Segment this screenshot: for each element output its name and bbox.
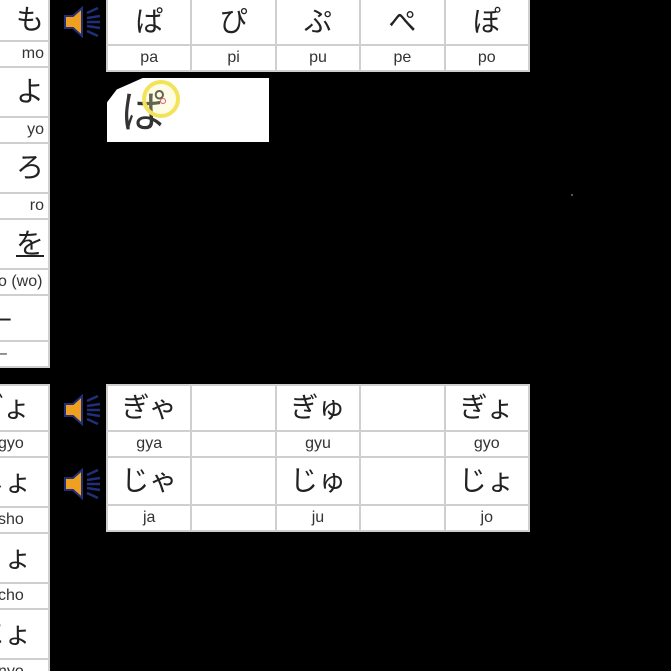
romaji-cell: gya	[105, 430, 193, 458]
kana-cell-pu[interactable]: ぷ	[274, 0, 362, 46]
kana-cell-empty	[359, 456, 446, 506]
romaji-cell: –	[0, 340, 50, 368]
romaji-cell	[190, 504, 277, 532]
romaji-cell: pa	[105, 44, 193, 72]
p-row-table: ぱ ぴ ぷ ぺ ぽ pa pi pu pe po	[105, 0, 531, 72]
stray-pixel	[571, 194, 573, 196]
kana-cell[interactable]: にょ	[0, 608, 50, 660]
romaji-cell: sho	[0, 506, 50, 534]
kana-cell[interactable]: しょ	[0, 456, 50, 508]
kana-cell-jo[interactable]: じょ	[443, 456, 531, 506]
speaker-icon[interactable]	[62, 5, 102, 39]
romaji-cell: gyo	[443, 430, 531, 458]
romaji-cell: yo	[0, 116, 50, 144]
kana-cell[interactable]: ろ	[0, 142, 50, 194]
kana-cell-empty	[190, 456, 277, 506]
romaji-cell: gyu	[274, 430, 362, 458]
romaji-cell: gyo	[0, 430, 50, 458]
romaji-cell: pe	[359, 44, 446, 72]
romaji-cell: ro	[0, 192, 50, 220]
left-bottom-kana-table: ぎょ gyo しょ sho ちょ cho にょ nyo	[0, 384, 50, 671]
kana-cell[interactable]: よ	[0, 66, 50, 118]
kana-cell[interactable]: ぎょ	[0, 384, 50, 432]
kana-cell-pe[interactable]: ぺ	[359, 0, 446, 46]
kana-cell-pa[interactable]: ぱ	[105, 0, 193, 46]
gy-j-rows-table: ぎゃ ぎゅ ぎょ gya gyu gyo じゃ じゅ じょ ja ju jo	[105, 384, 531, 532]
kana-cell[interactable]: を	[0, 218, 50, 270]
romaji-cell: po	[443, 44, 531, 72]
romaji-cell: jo	[443, 504, 531, 532]
kana-cell-gya[interactable]: ぎゃ	[105, 384, 193, 432]
kana-cell-po[interactable]: ぽ	[443, 0, 531, 46]
romaji-cell: mo	[0, 40, 50, 68]
romaji-cell: pu	[274, 44, 362, 72]
romaji-cell	[190, 430, 277, 458]
left-top-kana-table: も mo よ yo ろ ro を o (wo) – –	[0, 0, 50, 368]
romaji-cell: ja	[105, 504, 193, 532]
kana-cell-gyu[interactable]: ぎゅ	[274, 384, 362, 432]
romaji-cell	[359, 504, 446, 532]
kana-cell-empty	[190, 384, 277, 432]
kana-cell[interactable]: –	[0, 294, 50, 342]
kana-cell-ju[interactable]: じゅ	[274, 456, 362, 506]
stroke-order-preview[interactable]: ぱ	[107, 78, 269, 142]
kana-cell-gyo[interactable]: ぎょ	[443, 384, 531, 432]
romaji-cell: pi	[190, 44, 277, 72]
kana-cell[interactable]: も	[0, 0, 50, 42]
speaker-icon[interactable]	[62, 467, 102, 501]
cursor-dot-icon	[160, 98, 166, 104]
romaji-cell: cho	[0, 582, 50, 610]
kana-cell-ja[interactable]: じゃ	[105, 456, 193, 506]
romaji-cell: nyo	[0, 658, 50, 671]
kana-cell[interactable]: ちょ	[0, 532, 50, 584]
kana-cell-pi[interactable]: ぴ	[190, 0, 277, 46]
kana-cell-empty	[359, 384, 446, 432]
kana-chart-page: も mo よ yo ろ ro を o (wo) – – ぎょ gyo しょ sh…	[0, 0, 671, 671]
romaji-cell: o (wo)	[0, 268, 50, 296]
romaji-cell	[359, 430, 446, 458]
speaker-icon[interactable]	[62, 393, 102, 427]
romaji-cell: ju	[274, 504, 362, 532]
